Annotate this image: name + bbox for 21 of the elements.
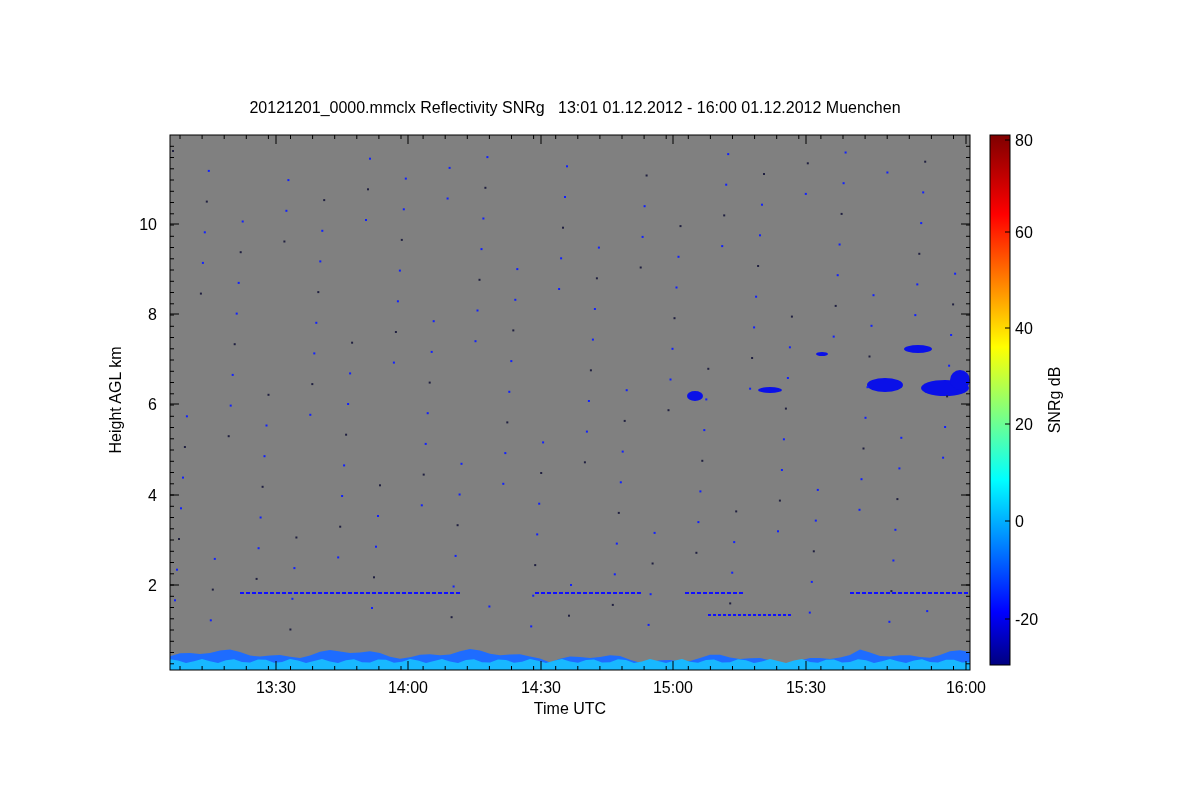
y-tick-label: 6 — [148, 396, 157, 413]
colorbar-tick-label: 60 — [1015, 224, 1033, 241]
y-tick-label: 4 — [148, 487, 157, 504]
colorbar-tick-label: 80 — [1015, 132, 1033, 149]
y-tick-label: 8 — [148, 306, 157, 323]
colorbar-tick-label: 0 — [1015, 513, 1024, 530]
colorbar-tick-label: 40 — [1015, 320, 1033, 337]
x-tick-label: 15:00 — [653, 679, 693, 696]
x-tick-label: 14:00 — [388, 679, 428, 696]
colorbar-label: SNRg dB — [1046, 366, 1063, 434]
chart-title: 20121201_0000.mmclx Reflectivity SNRg 13:01 01.12.2012 - 16:00 01.12.2012 Muenchen — [249, 99, 901, 116]
y-axis-label: Height AGL km — [107, 346, 124, 454]
y-tick-label: 2 — [148, 577, 157, 594]
x-tick-label: 15:30 — [786, 679, 826, 696]
x-tick-label: 13:30 — [256, 679, 296, 696]
colorbar-tick-label: -20 — [1015, 611, 1039, 628]
y-tick-label: 10 — [139, 216, 157, 233]
colorbar-tick-label: 20 — [1015, 416, 1033, 433]
x-tick-label: 14:30 — [521, 679, 561, 696]
x-axis-label: Time UTC — [533, 700, 607, 717]
x-tick-label: 16:00 — [946, 679, 986, 696]
